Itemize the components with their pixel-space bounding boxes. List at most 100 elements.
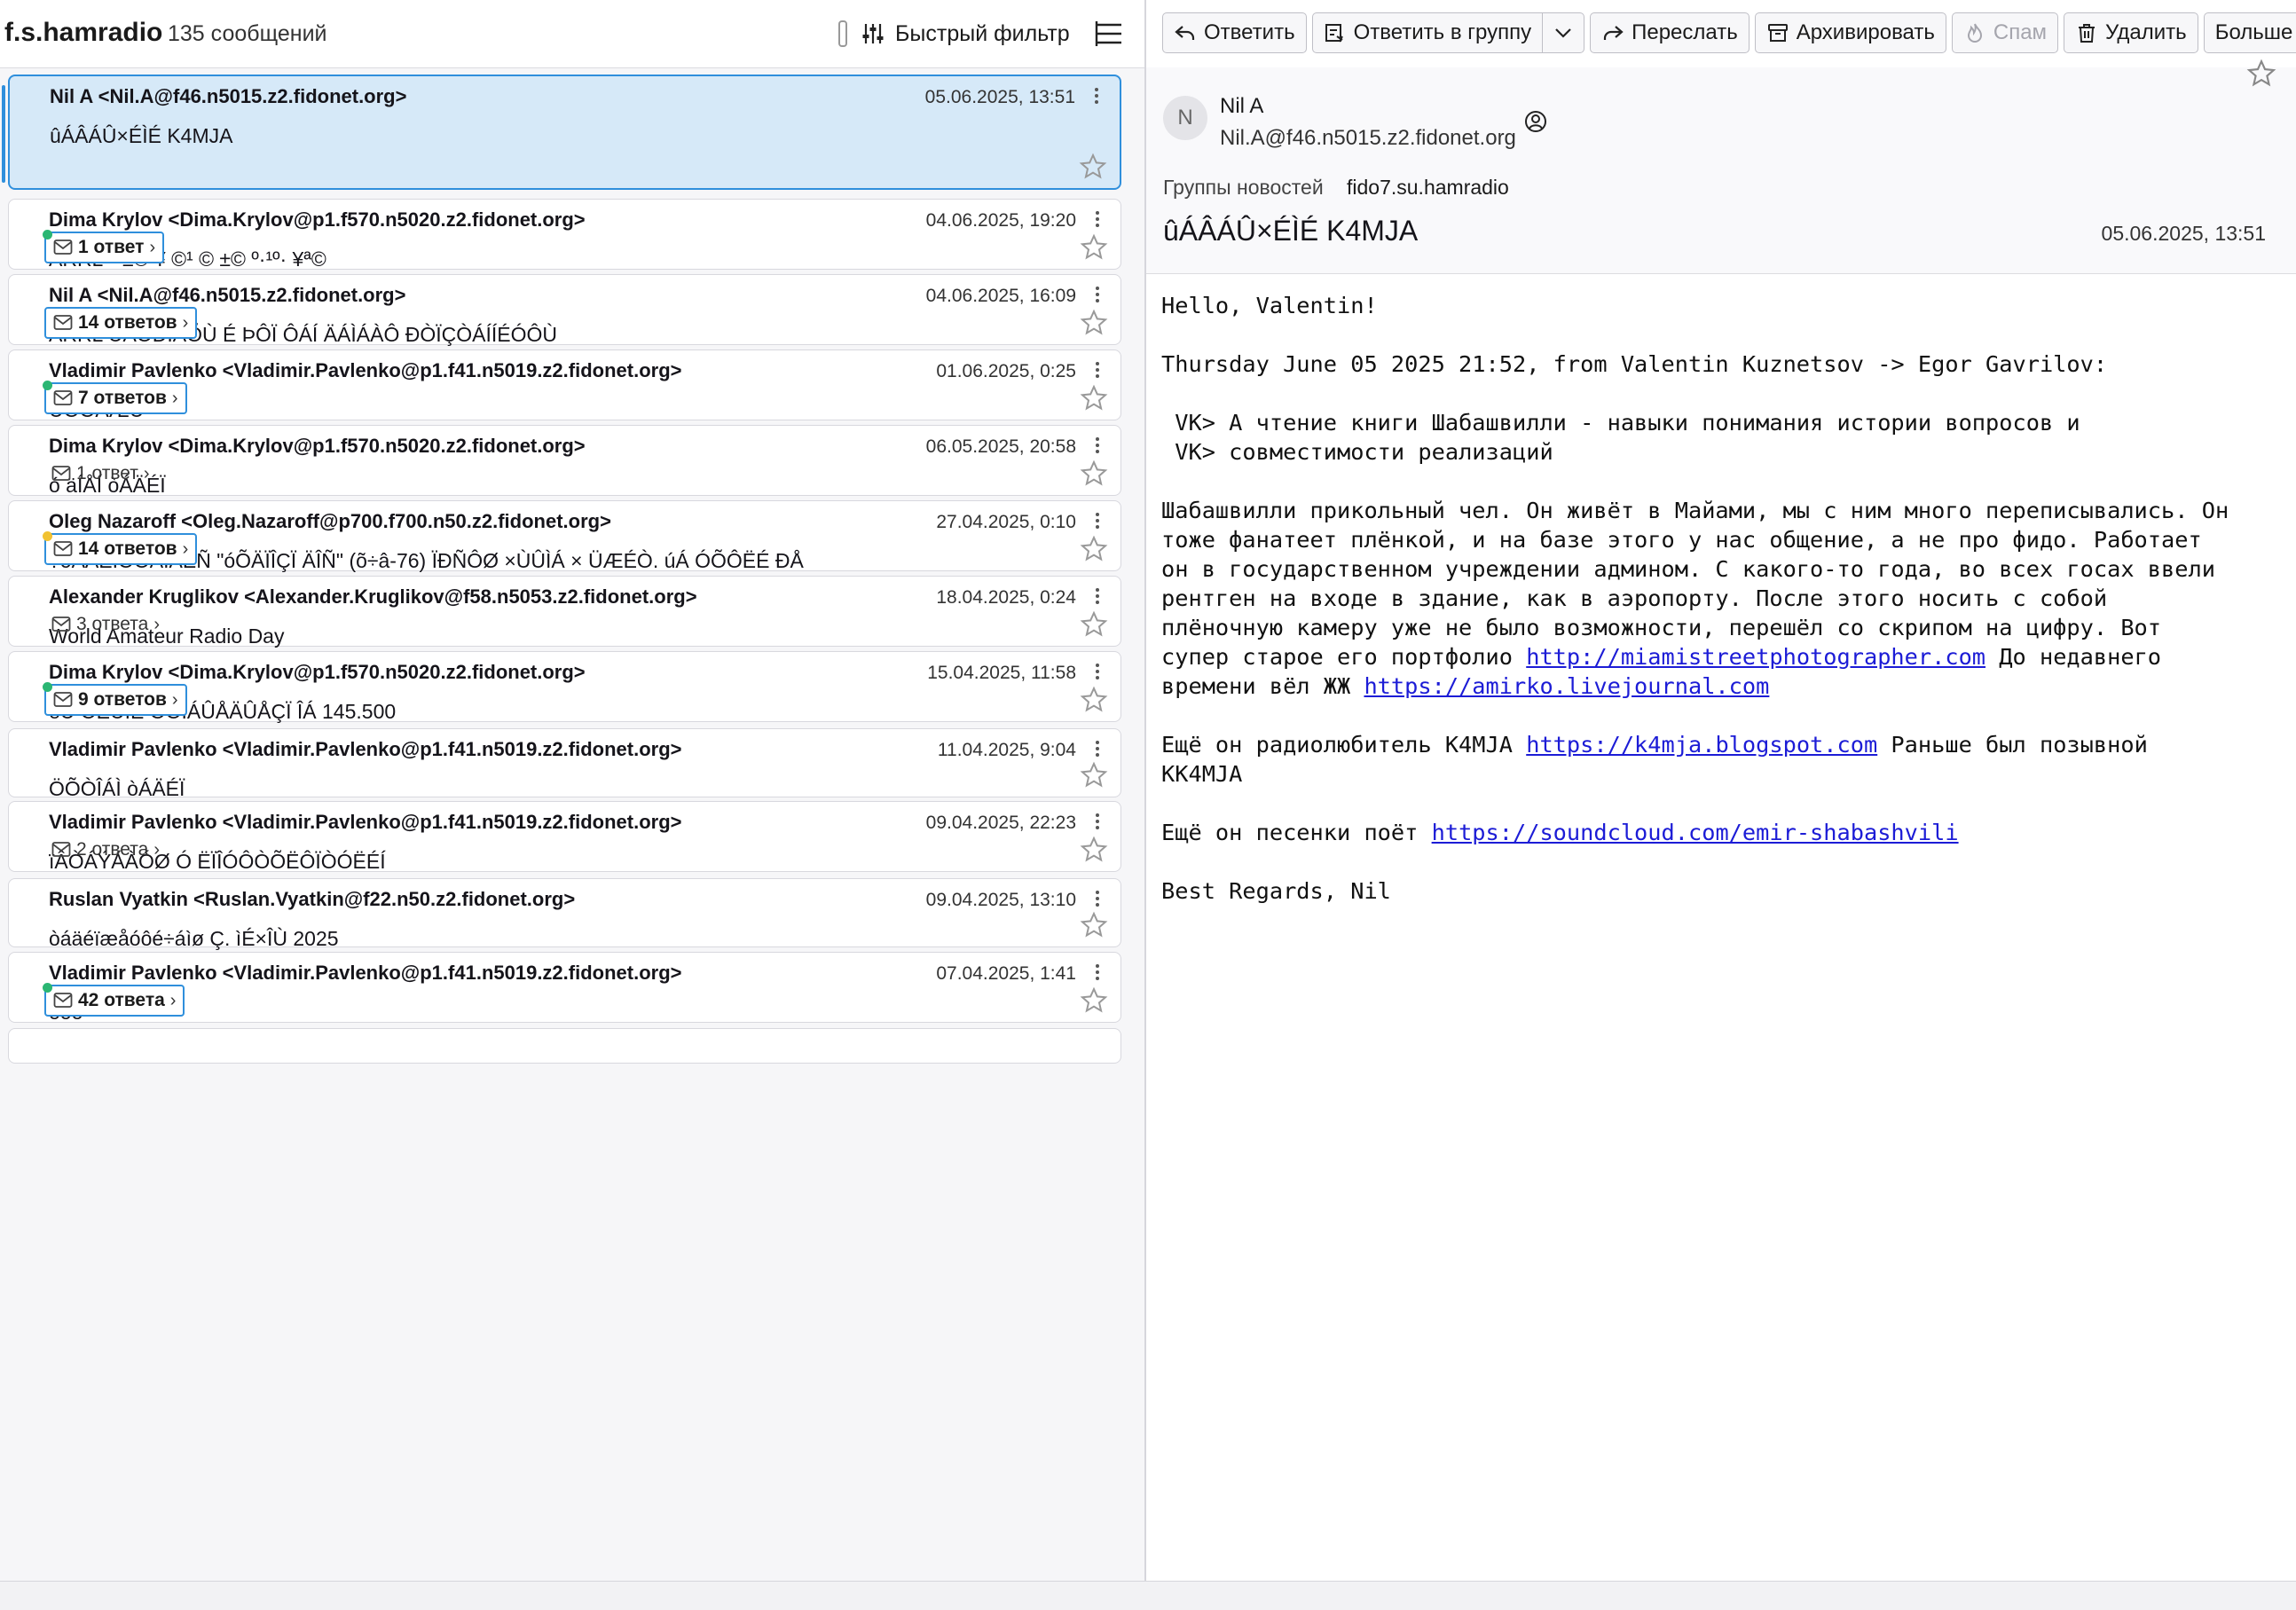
star-icon[interactable] bbox=[2246, 59, 2276, 89]
star-icon[interactable] bbox=[1080, 986, 1108, 1015]
list-display-options-icon[interactable] bbox=[1093, 18, 1125, 50]
forward-button-label: Переслать bbox=[1632, 20, 1738, 44]
star-icon[interactable] bbox=[1080, 610, 1108, 639]
message-sender: Nil A <Nil.A@f46.n5015.z2.fidonet.org> bbox=[49, 284, 406, 306]
star-icon[interactable] bbox=[1080, 761, 1108, 789]
body-paragraph: Ещё он песенки поёт bbox=[1161, 820, 1432, 845]
more-options-icon[interactable] bbox=[1094, 661, 1101, 684]
message-subject: ûÁÂÁÛ×ÉÌÉ K4MJA bbox=[50, 124, 233, 147]
message-sender: Dima Krylov <Dima.Krylov@p1.f570.n5020.z… bbox=[49, 208, 586, 231]
envelope-thread-icon bbox=[53, 390, 73, 405]
message-card[interactable]: Vladimir Pavlenko <Vladimir.Pavlenko@p1.… bbox=[8, 349, 1121, 421]
star-icon[interactable] bbox=[1079, 153, 1107, 181]
newsgroups-label: Группы новостей bbox=[1163, 176, 1324, 199]
quick-filter-toggle[interactable] bbox=[838, 20, 847, 47]
reply-group-icon bbox=[1325, 24, 1343, 43]
unread-indicator-dot bbox=[43, 983, 52, 993]
message-card[interactable] bbox=[8, 1028, 1121, 1064]
star-icon[interactable] bbox=[1080, 686, 1108, 714]
forward-arrow-icon bbox=[1603, 26, 1624, 40]
chevron-right-icon: › bbox=[171, 388, 178, 408]
forward-button[interactable]: Переслать bbox=[1590, 12, 1750, 53]
more-options-icon[interactable] bbox=[1094, 510, 1101, 533]
chevron-right-icon: › bbox=[182, 312, 189, 333]
message-sender: Vladimir Pavlenko <Vladimir.Pavlenko@p1.… bbox=[49, 359, 682, 381]
trash-icon bbox=[2079, 24, 2095, 43]
message-subject: òáäéïæåóôé÷áìø Ç. ìÉ×ÎÙ 2025 bbox=[49, 927, 339, 950]
more-options-icon[interactable] bbox=[1094, 359, 1101, 382]
message-card[interactable]: Dima Krylov <Dima.Krylov@p1.f570.n5020.z… bbox=[8, 425, 1121, 497]
blogspot-link[interactable]: https://k4mja.blogspot.com bbox=[1526, 732, 1877, 758]
reply-group-split: Ответить в группу bbox=[1311, 12, 1585, 55]
message-sender: Dima Krylov <Dima.Krylov@p1.f570.n5020.z… bbox=[49, 661, 586, 683]
message-card[interactable]: Vladimir Pavlenko <Vladimir.Pavlenko@p1.… bbox=[8, 801, 1121, 873]
thread-replies-badge[interactable]: 1 ответ › bbox=[44, 458, 157, 490]
message-card[interactable]: Oleg Nazaroff <Oleg.Nazaroff@p700.f700.n… bbox=[8, 500, 1121, 572]
message-sender: Dima Krylov <Dima.Krylov@p1.f570.n5020.z… bbox=[49, 435, 586, 457]
star-icon[interactable] bbox=[1080, 535, 1108, 563]
thread-replies-badge[interactable]: 7 ответов › bbox=[43, 381, 187, 414]
spam-button[interactable]: Спам bbox=[1951, 12, 2059, 53]
envelope-thread-icon bbox=[51, 842, 71, 857]
greeting-line: Hello, Valentin! bbox=[1161, 293, 1378, 318]
newsgroups-value: fido7.su.hamradio bbox=[1347, 176, 1509, 199]
message-card[interactable]: Nil A <Nil.A@f46.n5015.z2.fidonet.org> 04… bbox=[8, 274, 1121, 346]
quote-attribution-line: Thursday June 05 2025 21:52, from Valent… bbox=[1161, 351, 2108, 377]
star-icon[interactable] bbox=[1080, 836, 1108, 864]
folder-name: f.s.hamradio bbox=[4, 18, 163, 47]
add-contact-icon[interactable] bbox=[1522, 108, 1549, 135]
more-button-label: Больше bbox=[2214, 20, 2293, 44]
message-card[interactable]: Vladimir Pavlenko <Vladimir.Pavlenko@p1.… bbox=[8, 728, 1121, 800]
sender-name[interactable]: Nil A bbox=[1220, 94, 1263, 119]
reply-button[interactable]: Ответить bbox=[1162, 12, 1307, 53]
thread-replies-badge[interactable]: 9 ответов › bbox=[43, 682, 187, 716]
soundcloud-link[interactable]: https://soundcloud.com/emir-shabashvili bbox=[1432, 820, 1959, 845]
quick-filter-button[interactable]: Быстрый фильтр bbox=[838, 16, 1070, 51]
thread-replies-badge[interactable]: 2 ответа › bbox=[44, 834, 167, 866]
more-options-icon[interactable] bbox=[1093, 85, 1100, 108]
archive-button[interactable]: Архивировать bbox=[1754, 12, 1946, 53]
star-icon[interactable] bbox=[1080, 459, 1108, 488]
more-options-icon[interactable] bbox=[1094, 738, 1101, 761]
star-icon[interactable] bbox=[1080, 384, 1108, 412]
message-subject: ÖÕÒÎÁÌ òÁÄÉÏ bbox=[49, 777, 185, 800]
message-date: 11.04.2025, 9:04 bbox=[937, 740, 1076, 760]
chevron-right-icon: › bbox=[149, 237, 156, 257]
message-list-pane: f.s.hamradio 135 сообщений Быстрый фильт… bbox=[0, 0, 1146, 1581]
star-icon[interactable] bbox=[1080, 309, 1108, 337]
chevron-right-icon: › bbox=[182, 538, 189, 559]
message-card[interactable]: Dima Krylov <Dima.Krylov@p1.f570.n5020.z… bbox=[8, 651, 1121, 723]
avatar: N bbox=[1163, 96, 1207, 140]
thread-replies-label: 2 ответа bbox=[76, 839, 149, 860]
livejournal-link[interactable]: https://amirko.livejournal.com bbox=[1364, 673, 1769, 699]
message-card[interactable]: Vladimir Pavlenko <Vladimir.Pavlenko@p1.… bbox=[8, 952, 1121, 1024]
more-options-icon[interactable] bbox=[1094, 811, 1101, 834]
more-options-icon[interactable] bbox=[1094, 208, 1101, 232]
message-card[interactable]: Alexander Kruglikov <Alexander.Kruglikov… bbox=[8, 576, 1121, 648]
star-icon[interactable] bbox=[1080, 233, 1108, 262]
thread-replies-badge[interactable]: 1 ответ › bbox=[43, 230, 165, 263]
envelope-thread-icon bbox=[53, 692, 73, 707]
star-icon[interactable] bbox=[1080, 911, 1108, 939]
delete-button[interactable]: Удалить bbox=[2064, 12, 2198, 53]
signature-line: Best Regards, Nil bbox=[1161, 878, 1391, 904]
message-header: N Nil A Nil.A@f46.n5015.z2.fidonet.org Г… bbox=[1146, 59, 2296, 274]
message-card[interactable]: Dima Krylov <Dima.Krylov@p1.f570.n5020.z… bbox=[8, 199, 1121, 271]
thread-replies-badge[interactable]: 14 ответов › bbox=[43, 531, 198, 565]
thread-replies-badge[interactable]: 3 ответа › bbox=[44, 609, 167, 640]
thread-replies-badge[interactable]: 42 ответа › bbox=[43, 983, 185, 1017]
filter-sliders-icon bbox=[862, 24, 884, 43]
message-card[interactable]: Ruslan Vyatkin <Ruslan.Vyatkin@f22.n50.z… bbox=[8, 878, 1121, 950]
reply-group-button[interactable]: Ответить в группу bbox=[1311, 12, 1544, 53]
more-options-icon[interactable] bbox=[1094, 435, 1101, 458]
more-options-icon[interactable] bbox=[1094, 284, 1101, 307]
more-options-icon[interactable] bbox=[1094, 888, 1101, 911]
portfolio-link[interactable]: http://miamistreetphotographer.com bbox=[1526, 644, 1985, 670]
more-options-icon[interactable] bbox=[1094, 962, 1101, 985]
more-options-icon[interactable] bbox=[1094, 585, 1101, 609]
message-card[interactable]: Nil A <Nil.A@f46.n5015.z2.fidonet.org> 05… bbox=[2, 75, 1121, 190]
sender-email[interactable]: Nil.A@f46.n5015.z2.fidonet.org bbox=[1220, 126, 1516, 151]
thread-replies-badge[interactable]: 14 ответов › bbox=[44, 307, 198, 339]
reply-group-dropdown-button[interactable] bbox=[1543, 12, 1585, 53]
more-button[interactable]: Больше bbox=[2203, 12, 2296, 53]
